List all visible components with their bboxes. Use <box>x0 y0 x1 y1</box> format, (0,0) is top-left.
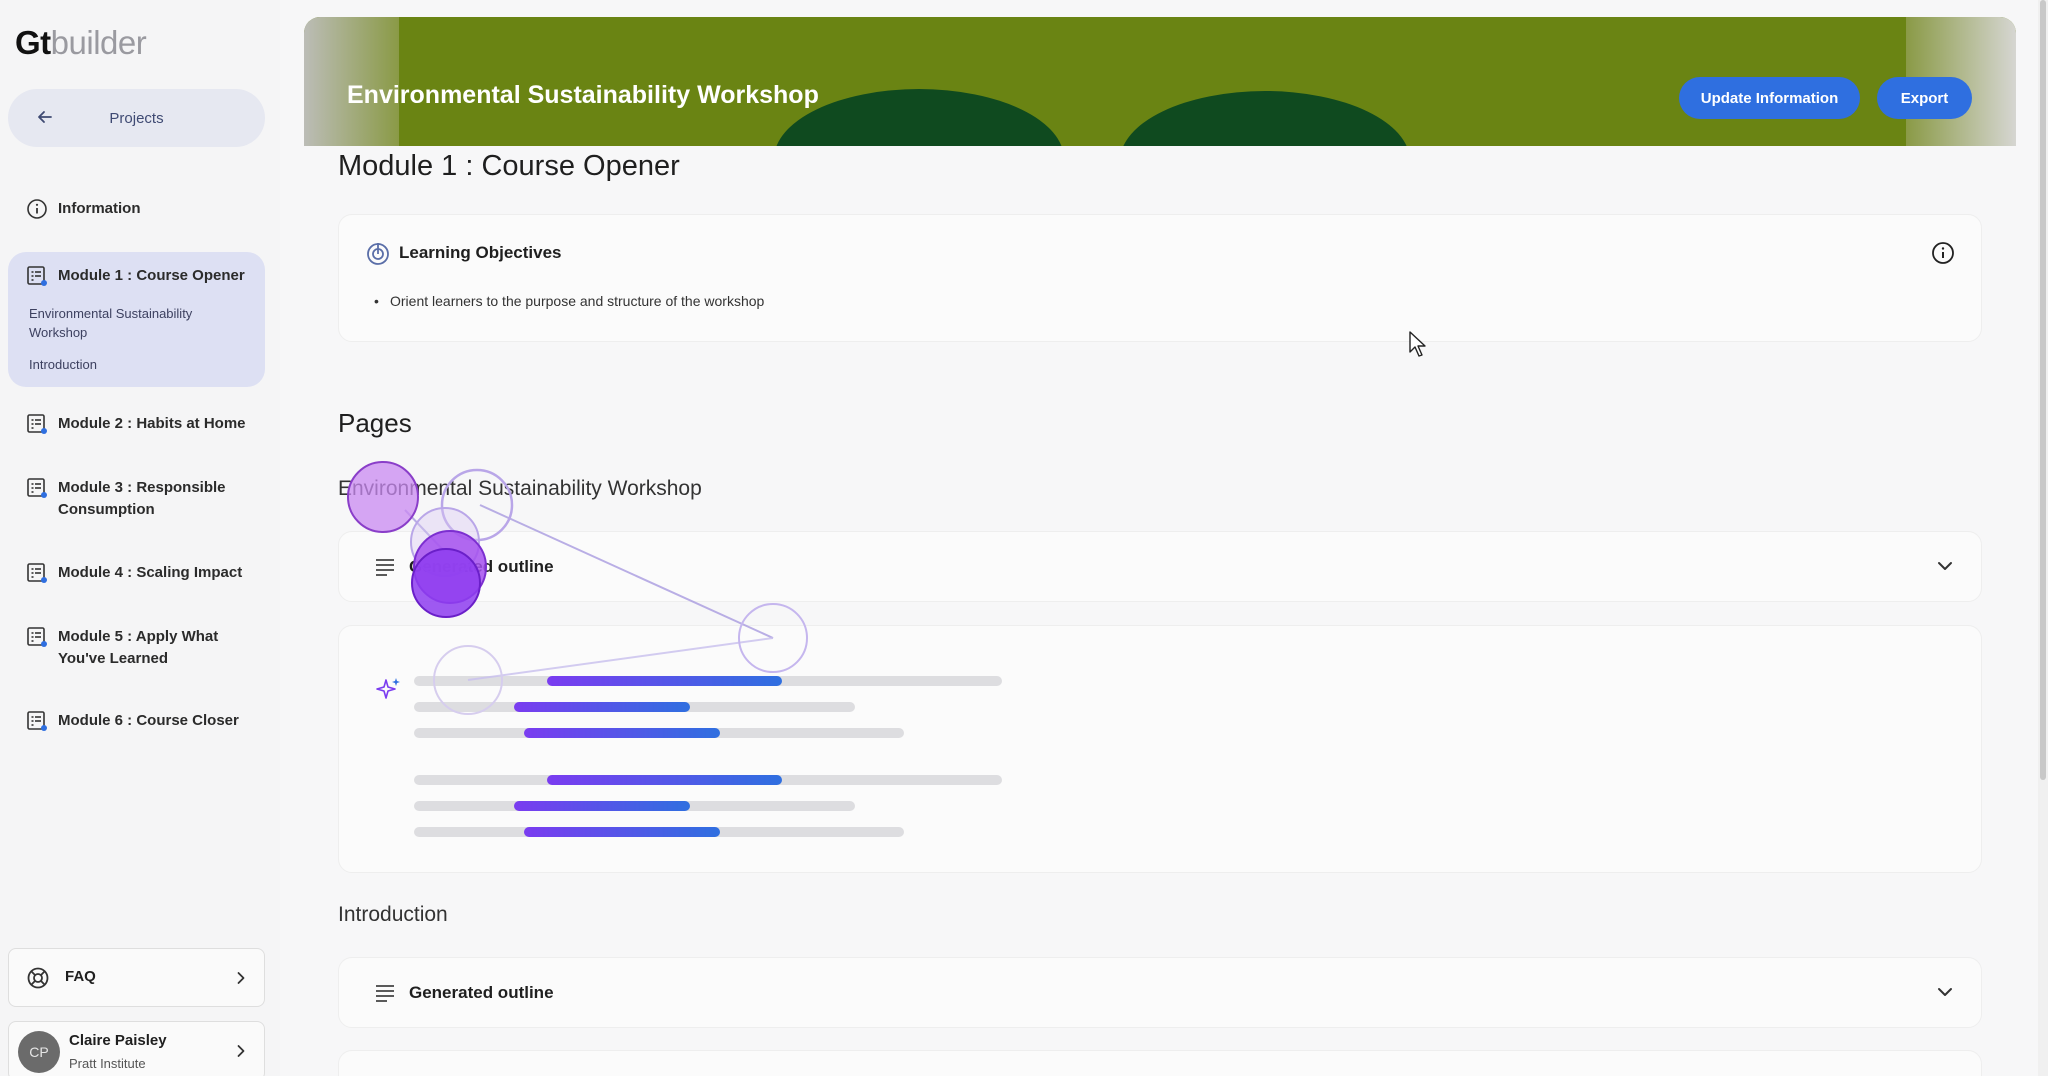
page-title: Module 1 : Course Opener <box>338 150 680 182</box>
chevron-right-icon <box>237 1045 245 1057</box>
user-organization: Pratt Institute <box>69 1056 146 1071</box>
sidebar-item-label: Information <box>58 200 141 217</box>
outline-label: Generated outline <box>409 557 554 576</box>
sidebar-item-label: Module 5 : Apply What You've Learned <box>58 628 219 667</box>
target-icon <box>367 243 389 265</box>
projects-button[interactable]: Projects <box>8 89 265 147</box>
avatar: CP <box>18 1031 60 1073</box>
skeleton-line <box>414 676 1002 686</box>
sidebar-item-label: Module 3 : Responsible Consumption <box>58 479 226 518</box>
sidebar-subitem-introduction[interactable]: Introduction <box>29 355 249 374</box>
skeleton-line <box>414 702 855 712</box>
sidebar-item-information[interactable]: Information <box>8 198 265 220</box>
info-icon[interactable] <box>1931 241 1955 265</box>
update-information-button[interactable]: Update Information <box>1679 77 1860 119</box>
scrollbar-thumb[interactable] <box>2040 0 2046 780</box>
module-list-icon <box>27 627 47 647</box>
skeleton-line <box>414 775 1002 785</box>
skeleton-line <box>414 827 904 837</box>
projects-label: Projects <box>109 109 164 127</box>
generated-outline-accordion[interactable]: Generated outline <box>338 957 1982 1028</box>
outline-loading-panel <box>338 625 1982 873</box>
learning-objectives-title: Learning Objectives <box>399 243 562 262</box>
generated-outline-accordion[interactable]: Generated outline <box>338 531 1982 602</box>
module-list-icon <box>27 414 47 434</box>
course-banner: Environmental Sustainability Workshop Up… <box>304 17 2016 146</box>
export-button[interactable]: Export <box>1877 77 1972 119</box>
module-list-icon <box>27 563 47 583</box>
chevron-down-icon <box>1938 562 1952 570</box>
sidebar-item-label: Module 1 : Course Opener <box>58 267 245 284</box>
sidebar: Gtbuilder Projects Information Module 1 … <box>0 0 280 1076</box>
outline-label: Generated outline <box>409 983 554 1002</box>
info-icon <box>27 199 47 219</box>
course-title: Environmental Sustainability Workshop <box>347 81 819 109</box>
sidebar-item-label: Module 2 : Habits at Home <box>58 415 246 432</box>
user-name: Claire Paisley <box>69 1032 167 1049</box>
lifebuoy-icon <box>27 967 49 989</box>
next-section-card <box>338 1050 1982 1076</box>
skeleton-line <box>414 728 904 738</box>
module-list-icon <box>27 711 47 731</box>
scrollbar[interactable] <box>2038 0 2048 1076</box>
pages-heading: Pages <box>338 408 412 438</box>
sparkle-icon <box>376 678 400 699</box>
module-list-icon <box>27 478 47 498</box>
section-heading-introduction: Introduction <box>338 903 448 926</box>
module-list-icon <box>27 266 47 286</box>
faq-button[interactable]: FAQ <box>8 948 265 1007</box>
sidebar-item-label: Module 6 : Course Closer <box>58 712 239 729</box>
sidebar-item-label: Module 4 : Scaling Impact <box>58 564 243 581</box>
skeleton-line <box>414 801 855 811</box>
learning-objective-item: Orient learners to the purpose and struc… <box>374 293 764 309</box>
user-profile-button[interactable]: CP Claire Paisley Pratt Institute <box>8 1021 265 1076</box>
faq-label: FAQ <box>65 968 96 985</box>
chevron-right-icon <box>237 972 245 984</box>
chevron-down-icon <box>1938 988 1952 996</box>
sidebar-subitem-workshop[interactable]: Environmental Sustainability Workshop <box>29 304 249 342</box>
lines-icon <box>376 985 394 1002</box>
app-logo[interactable]: Gtbuilder <box>15 24 147 62</box>
section-heading-workshop: Environmental Sustainability Workshop <box>338 477 702 500</box>
lines-icon <box>376 559 394 576</box>
banner-tree-shape <box>1120 91 1410 146</box>
learning-objectives-card: Learning Objectives Orient learners to t… <box>338 214 1982 342</box>
